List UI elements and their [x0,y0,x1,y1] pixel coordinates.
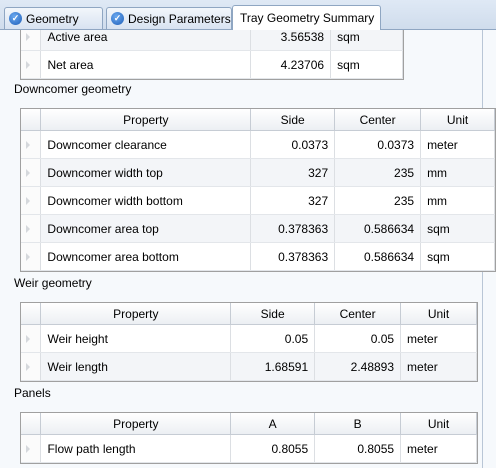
row-selector[interactable] [21,158,42,187]
value-cell: 4.23706 [250,50,332,79]
table-row[interactable]: Active area 3.56538 sqm [21,30,403,51]
tab-design-parameters[interactable]: ✓ Design Parameters [106,7,232,29]
row-selector[interactable] [21,352,42,381]
column-header-a[interactable]: A [230,413,316,435]
side-cell: 1.68591 [230,352,316,381]
property-cell: Weir length [40,352,232,381]
center-cell: 0.0373 [334,130,422,159]
summary-panel[interactable]: Active area 3.56538 sqm Net area 4.23706… [0,30,496,468]
property-cell: Downcomer clearance [40,130,252,159]
property-cell: Downcomer width top [40,158,252,187]
tab-strip: ✓ Geometry ✓ Design Parameters Tray Geom… [0,0,496,30]
panels-grid: Property A B Unit Flow path length 0.805… [20,412,478,464]
table-row[interactable]: Downcomer width top 327 235 mm [21,158,495,187]
table-row[interactable]: Downcomer clearance 0.0373 0.0373 meter [21,130,495,159]
unit-cell: mm [420,158,495,187]
property-cell: Active area [40,30,252,51]
column-header-unit[interactable]: Unit [400,413,477,435]
side-cell: 0.05 [230,324,316,353]
check-icon: ✓ [111,12,124,25]
check-icon: ✓ [9,12,22,25]
row-selector[interactable] [21,30,42,51]
row-selector-header [21,109,42,131]
row-selector-header [21,413,42,435]
column-header-center[interactable]: Center [334,109,422,131]
side-cell: 327 [250,158,336,187]
table-row[interactable]: Weir length 1.68591 2.48893 meter [21,352,477,381]
center-cell: 0.586634 [334,242,422,271]
column-header-b[interactable]: B [314,413,402,435]
center-cell: 0.05 [314,324,402,353]
tab-tray-geometry-summary[interactable]: Tray Geometry Summary [232,5,381,30]
table-row[interactable]: Net area 4.23706 sqm [21,50,403,79]
section-title-weir: Weir geometry [14,276,92,290]
side-cell: 0.378363 [250,214,336,243]
property-cell: Downcomer area top [40,214,252,243]
unit-cell: meter [420,130,495,159]
b-cell: 0.8055 [314,434,402,463]
column-header-property[interactable]: Property [40,303,232,325]
center-cell: 235 [334,158,422,187]
row-selector[interactable] [21,50,42,79]
tab-design-parameters-label: Design Parameters [128,11,231,26]
column-header-side[interactable]: Side [230,303,316,325]
column-header-unit[interactable]: Unit [400,303,477,325]
row-selector[interactable] [21,214,42,243]
row-selector[interactable] [21,186,42,215]
side-cell: 0.378363 [250,242,336,271]
unit-cell: meter [400,352,477,381]
center-cell: 235 [334,186,422,215]
unit-cell: sqm [330,30,403,51]
value-cell: 3.56538 [250,30,332,51]
downcomer-grid: Property Side Center Unit Downcomer clea… [20,108,496,272]
unit-cell: sqm [420,242,495,271]
property-cell: Weir height [40,324,232,353]
center-cell: 0.586634 [334,214,422,243]
table-row[interactable]: Weir height 0.05 0.05 meter [21,324,477,353]
property-cell: Flow path length [40,434,232,463]
row-selector-header [21,303,42,325]
table-row[interactable]: Flow path length 0.8055 0.8055 meter [21,434,477,463]
section-title-downcomer: Downcomer geometry [14,82,132,96]
property-cell: Downcomer area bottom [40,242,252,271]
table-row[interactable]: Downcomer area top 0.378363 0.586634 sqm [21,214,495,243]
header-row: Property Side Center Unit [21,109,495,131]
side-cell: 0.0373 [250,130,336,159]
header-row: Property A B Unit [21,413,477,435]
section-title-panels: Panels [14,386,51,400]
row-selector[interactable] [21,242,42,271]
table-row[interactable]: Downcomer width bottom 327 235 mm [21,186,495,215]
area-grid: Active area 3.56538 sqm Net area 4.23706… [20,30,404,80]
center-cell: 2.48893 [314,352,402,381]
column-header-property[interactable]: Property [40,109,252,131]
unit-cell: mm [420,186,495,215]
table-row[interactable]: Downcomer area bottom 0.378363 0.586634 … [21,242,495,271]
property-cell: Downcomer width bottom [40,186,252,215]
tab-geometry-label: Geometry [26,11,79,26]
column-header-side[interactable]: Side [250,109,336,131]
column-header-property[interactable]: Property [40,413,232,435]
property-cell: Net area [40,50,252,79]
row-selector[interactable] [21,434,42,463]
unit-cell: meter [400,324,477,353]
tab-tray-geometry-summary-label: Tray Geometry Summary [240,11,375,25]
a-cell: 0.8055 [230,434,316,463]
weir-grid: Property Side Center Unit Weir height 0.… [20,302,478,382]
unit-cell: sqm [330,50,403,79]
unit-cell: meter [400,434,477,463]
unit-cell: sqm [420,214,495,243]
side-cell: 327 [250,186,336,215]
tab-geometry[interactable]: ✓ Geometry [4,7,103,29]
column-header-center[interactable]: Center [314,303,402,325]
column-header-unit[interactable]: Unit [420,109,495,131]
row-selector[interactable] [21,324,42,353]
row-selector[interactable] [21,130,42,159]
header-row: Property Side Center Unit [21,303,477,325]
